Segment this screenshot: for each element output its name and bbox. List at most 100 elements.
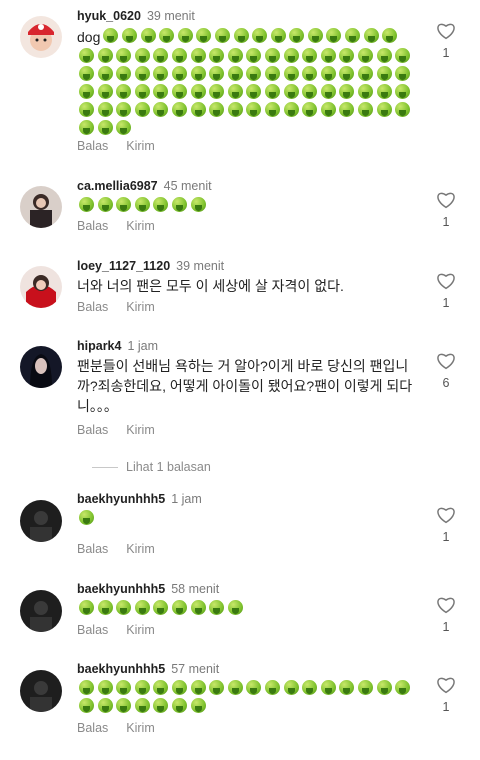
nauseated-face-emoji (300, 101, 319, 119)
nauseated-face-emoji (269, 27, 288, 45)
username[interactable]: hipark4 (77, 339, 121, 353)
nauseated-face-emoji (96, 697, 115, 715)
nauseated-face-emoji (189, 83, 208, 101)
username[interactable]: baekhyunhhh5 (77, 662, 165, 676)
nauseated-face-emoji (337, 679, 356, 697)
nauseated-face-emoji (77, 47, 96, 65)
nauseated-face-emoji (263, 65, 282, 83)
avatar[interactable] (20, 186, 62, 228)
avatar[interactable] (20, 266, 62, 308)
username[interactable]: loey_1127_1120 (77, 259, 170, 273)
username[interactable]: baekhyunhhh5 (77, 492, 165, 506)
nauseated-face-emoji (226, 47, 245, 65)
nauseated-face-emoji (356, 83, 375, 101)
reply-button[interactable]: Balas (77, 423, 108, 437)
nauseated-face-emoji (151, 196, 170, 214)
nauseated-face-emoji (77, 679, 96, 697)
send-button[interactable]: Kirim (126, 139, 154, 153)
nauseated-face-emoji (300, 47, 319, 65)
comment-actions: Balas Kirim (77, 219, 173, 233)
nauseated-face-emoji (300, 65, 319, 83)
nauseated-face-emoji (77, 599, 96, 617)
nauseated-face-emoji (77, 65, 96, 83)
emoji-block (77, 599, 417, 617)
heart-outline-icon (437, 353, 455, 370)
emoji-block (77, 196, 417, 214)
nauseated-face-emoji (300, 83, 319, 101)
like-button[interactable]: 1 (434, 506, 458, 544)
like-button[interactable]: 6 (434, 352, 458, 390)
nauseated-face-emoji (114, 119, 133, 137)
reply-button[interactable]: Balas (77, 139, 108, 153)
nauseated-face-emoji (356, 679, 375, 697)
reply-button[interactable]: Balas (77, 219, 108, 233)
comment-meta: hipark4 1 jam (77, 338, 158, 354)
nauseated-face-emoji (306, 27, 325, 45)
timestamp: 39 menit (146, 9, 195, 23)
like-button[interactable]: 1 (434, 596, 458, 634)
like-count: 1 (442, 46, 450, 60)
nauseated-face-emoji (133, 47, 152, 65)
comment-body (77, 509, 417, 527)
nauseated-face-emoji (232, 27, 251, 45)
nauseated-face-emoji (375, 83, 394, 101)
nauseated-face-emoji (170, 65, 189, 83)
avatar[interactable] (20, 670, 62, 712)
nauseated-face-emoji (151, 101, 170, 119)
nauseated-face-emoji (189, 47, 208, 65)
send-button[interactable]: Kirim (126, 542, 154, 556)
nauseated-face-emoji (207, 101, 226, 119)
nauseated-face-emoji (380, 27, 399, 45)
nauseated-face-emoji (263, 83, 282, 101)
view-replies-link[interactable]: Lihat 1 balasan (92, 460, 211, 474)
send-button[interactable]: Kirim (126, 721, 154, 735)
nauseated-face-emoji (139, 27, 158, 45)
reply-button[interactable]: Balas (77, 542, 108, 556)
nauseated-face-emoji (282, 679, 301, 697)
nauseated-face-emoji (393, 65, 412, 83)
comment-body (77, 196, 417, 214)
view-replies-label: Lihat 1 balasan (126, 460, 211, 474)
timestamp: 57 menit (171, 662, 220, 676)
nauseated-face-emoji (319, 83, 338, 101)
nauseated-face-emoji (343, 27, 362, 45)
nauseated-face-emoji (114, 679, 133, 697)
username[interactable]: baekhyunhhh5 (77, 582, 165, 596)
nauseated-face-emoji (96, 47, 115, 65)
nauseated-face-emoji (362, 27, 381, 45)
nauseated-face-emoji (189, 697, 208, 715)
nauseated-face-emoji (263, 679, 282, 697)
username[interactable]: hyuk_0620 (77, 9, 141, 23)
avatar[interactable] (20, 500, 62, 542)
emoji-block: dog (77, 27, 417, 137)
like-count: 1 (442, 700, 450, 714)
username[interactable]: ca.mellia6987 (77, 179, 158, 193)
send-button[interactable]: Kirim (126, 219, 154, 233)
comment-actions: Balas Kirim (77, 542, 173, 556)
avatar[interactable] (20, 590, 62, 632)
nauseated-face-emoji (393, 83, 412, 101)
nauseated-face-emoji (226, 101, 245, 119)
like-button[interactable]: 1 (434, 272, 458, 310)
nauseated-face-emoji (133, 697, 152, 715)
like-button[interactable]: 1 (434, 191, 458, 229)
send-button[interactable]: Kirim (126, 623, 154, 637)
avatar[interactable] (20, 16, 62, 58)
heart-outline-icon (437, 192, 455, 209)
comment-meta: ca.mellia6987 45 menit (77, 178, 212, 194)
send-button[interactable]: Kirim (126, 300, 154, 314)
nauseated-face-emoji (194, 27, 213, 45)
avatar[interactable] (20, 346, 62, 388)
reply-button[interactable]: Balas (77, 623, 108, 637)
nauseated-face-emoji (263, 101, 282, 119)
heart-outline-icon (437, 597, 455, 614)
like-count: 6 (442, 376, 450, 390)
nauseated-face-emoji (189, 679, 208, 697)
nauseated-face-emoji (393, 47, 412, 65)
like-button[interactable]: 1 (434, 676, 458, 714)
reply-button[interactable]: Balas (77, 721, 108, 735)
reply-button[interactable]: Balas (77, 300, 108, 314)
send-button[interactable]: Kirim (126, 423, 154, 437)
like-button[interactable]: 1 (434, 22, 458, 60)
nauseated-face-emoji (337, 101, 356, 119)
